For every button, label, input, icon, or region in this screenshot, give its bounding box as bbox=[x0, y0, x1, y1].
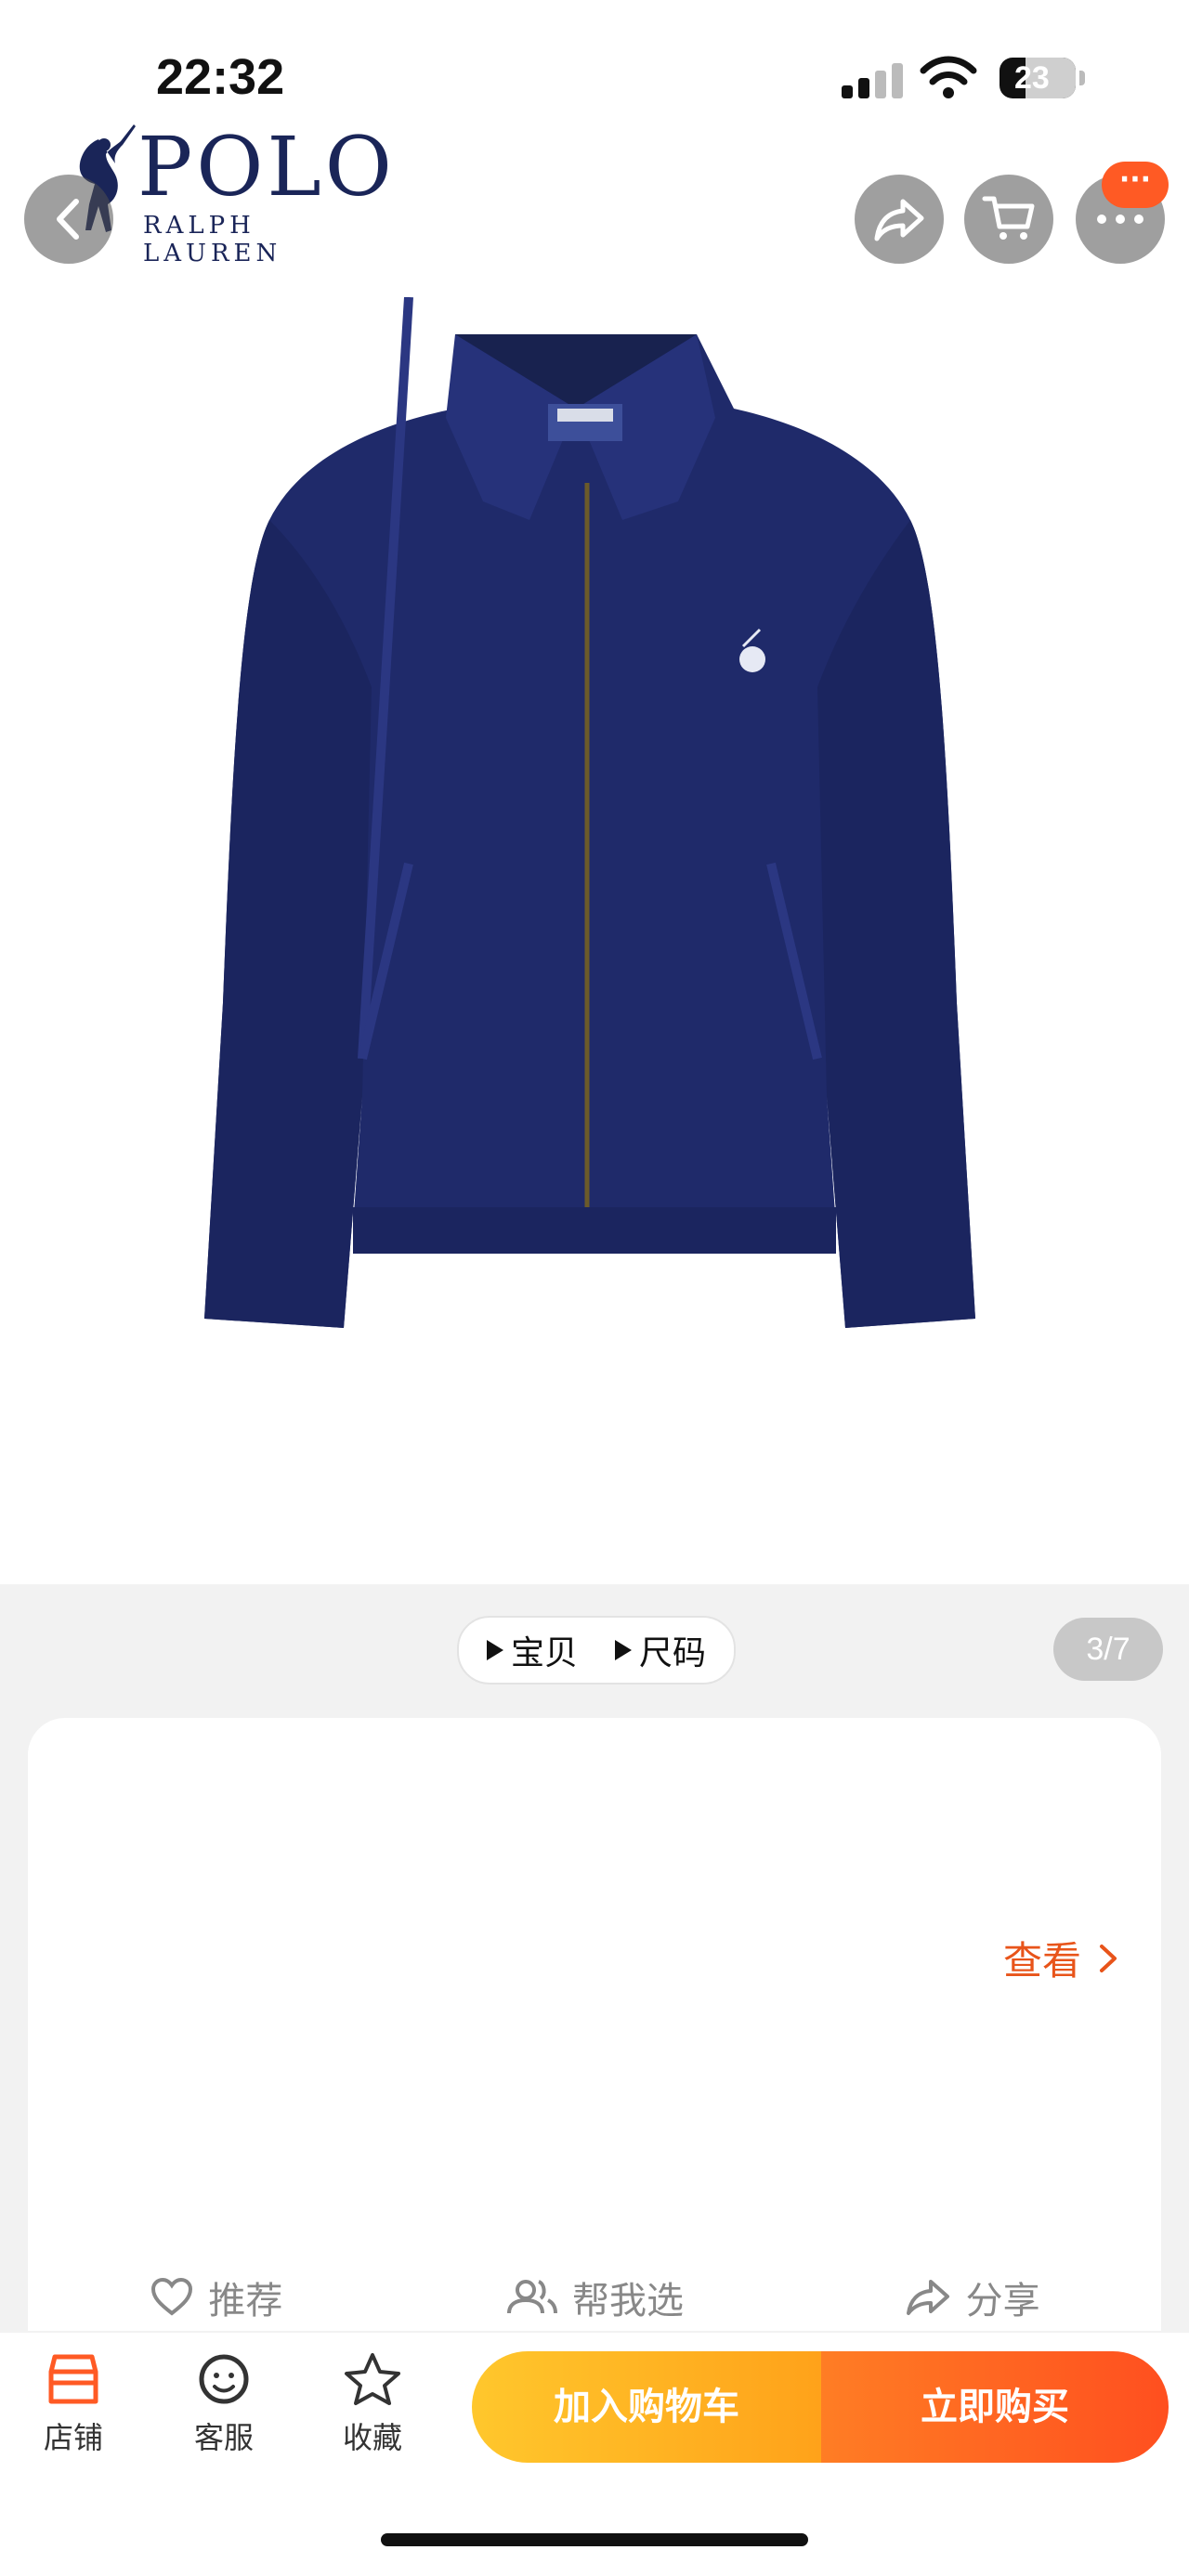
cellular-signal-icon bbox=[842, 63, 903, 98]
help-me-choose-button[interactable]: 帮我选 bbox=[406, 2264, 784, 2331]
share-button[interactable] bbox=[855, 175, 944, 264]
info-card: 查看 推荐 帮我选 分享 bbox=[28, 1718, 1161, 2331]
page-indicator: 3/7 bbox=[1053, 1618, 1163, 1681]
wifi-icon bbox=[920, 56, 977, 98]
brand-subtitle: RALPH LAUREN bbox=[143, 212, 282, 267]
heart-icon bbox=[151, 2278, 193, 2316]
help-me-choose-label: 帮我选 bbox=[572, 2280, 684, 2322]
service-icon bbox=[199, 2354, 249, 2404]
people-icon bbox=[507, 2280, 557, 2314]
back-button[interactable] bbox=[24, 175, 113, 264]
customer-service-button[interactable]: 客服 bbox=[173, 2351, 275, 2457]
star-icon bbox=[345, 2353, 400, 2405]
buy-now-button[interactable]: 立即购买 bbox=[821, 2351, 1169, 2463]
battery-level: 23 bbox=[1014, 60, 1050, 96]
favorite-label: 收藏 bbox=[342, 2420, 402, 2455]
cart-icon bbox=[982, 196, 1035, 240]
share-action-button[interactable]: 分享 bbox=[783, 2264, 1161, 2331]
status-time: 22:32 bbox=[156, 49, 285, 105]
tab-size[interactable]: 尺码 bbox=[615, 1626, 706, 1674]
battery-icon: 23 bbox=[1000, 58, 1076, 98]
battery-tip bbox=[1079, 71, 1085, 85]
favorite-button[interactable]: 收藏 bbox=[321, 2351, 424, 2457]
status-bar: 22:32 23 bbox=[0, 0, 1189, 158]
chevron-right-icon bbox=[1100, 1944, 1117, 1972]
product-image-gallery[interactable]: POLO RALPH LAUREN ··· bbox=[0, 0, 1189, 1584]
share-icon bbox=[906, 2280, 949, 2315]
recommend-label: 推荐 bbox=[208, 2280, 283, 2322]
tab-product-label: 宝贝 bbox=[510, 1634, 578, 1672]
play-icon bbox=[615, 1640, 632, 1660]
share-arrow-icon bbox=[874, 199, 924, 241]
store-button[interactable]: 店铺 bbox=[22, 2351, 124, 2457]
home-indicator bbox=[381, 2533, 808, 2546]
recommend-button[interactable]: 推荐 bbox=[28, 2264, 406, 2331]
play-icon bbox=[486, 1640, 503, 1660]
action-row: 推荐 帮我选 分享 bbox=[28, 2264, 1161, 2331]
store-icon bbox=[48, 2354, 98, 2404]
view-link-label: 查看 bbox=[1002, 1938, 1081, 1984]
add-to-cart-button[interactable]: 加入购物车 bbox=[472, 2351, 821, 2463]
service-label: 客服 bbox=[193, 2420, 254, 2455]
view-link[interactable]: 查看 bbox=[1003, 1930, 1118, 1986]
store-label: 店铺 bbox=[43, 2420, 103, 2455]
product-image-jacket bbox=[204, 297, 975, 1328]
chevron-left-icon bbox=[57, 199, 79, 240]
gallery-tabs: 宝贝 尺码 bbox=[457, 1616, 736, 1685]
cart-button[interactable] bbox=[964, 175, 1053, 264]
message-badge[interactable]: ··· bbox=[1102, 162, 1169, 208]
tab-size-label: 尺码 bbox=[639, 1634, 707, 1672]
more-dots-icon bbox=[1097, 215, 1143, 224]
tab-product[interactable]: 宝贝 bbox=[486, 1626, 578, 1674]
share-label: 分享 bbox=[965, 2280, 1040, 2322]
